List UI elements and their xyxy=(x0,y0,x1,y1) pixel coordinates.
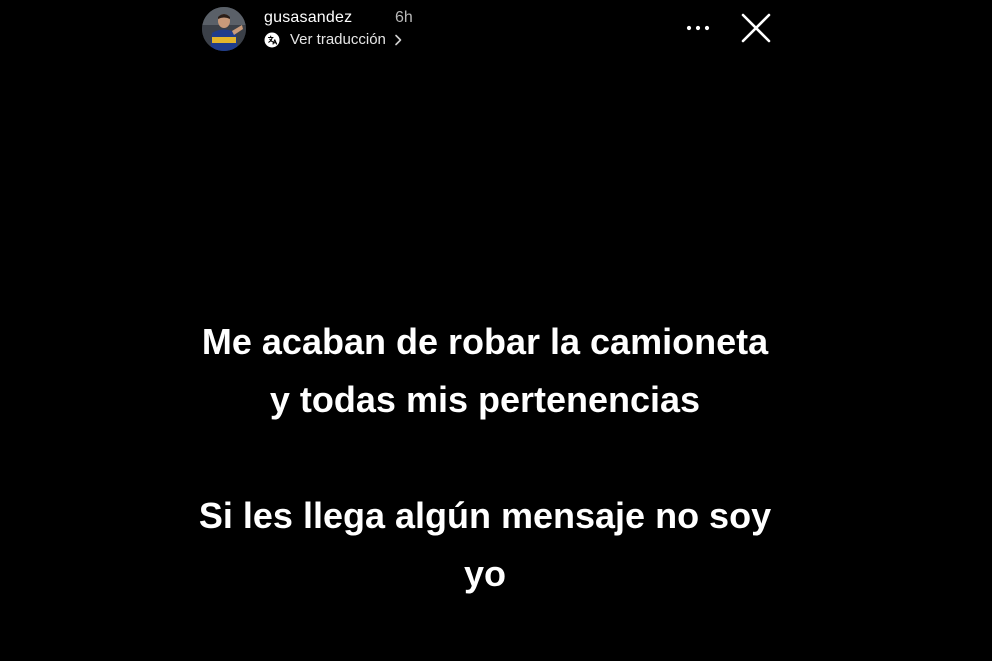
translate-link[interactable]: Ver traducción xyxy=(264,30,402,50)
story-viewer: gusasandez 6h Ver traducción Me acaban d… xyxy=(0,0,992,661)
translate-label: Ver traducción xyxy=(290,31,386,48)
chevron-right-icon xyxy=(395,34,402,46)
more-options-icon xyxy=(686,25,710,31)
avatar[interactable] xyxy=(202,7,246,51)
avatar-image xyxy=(202,7,246,51)
more-options-button[interactable] xyxy=(684,14,712,42)
story-header: gusasandez 6h Ver traducción xyxy=(202,4,782,52)
story-text-paragraph-2: Si les llega algún mensaje no soy yo xyxy=(198,495,772,594)
close-icon xyxy=(741,13,771,43)
username[interactable]: gusasandez xyxy=(264,8,352,28)
story-text-paragraph-1: Me acaban de robar la camioneta y todas … xyxy=(201,321,769,420)
story-text: Me acaban de robar la camioneta y todas … xyxy=(196,313,774,603)
timestamp: 6h xyxy=(395,9,413,26)
translate-icon xyxy=(264,32,280,48)
close-button[interactable] xyxy=(738,10,774,46)
